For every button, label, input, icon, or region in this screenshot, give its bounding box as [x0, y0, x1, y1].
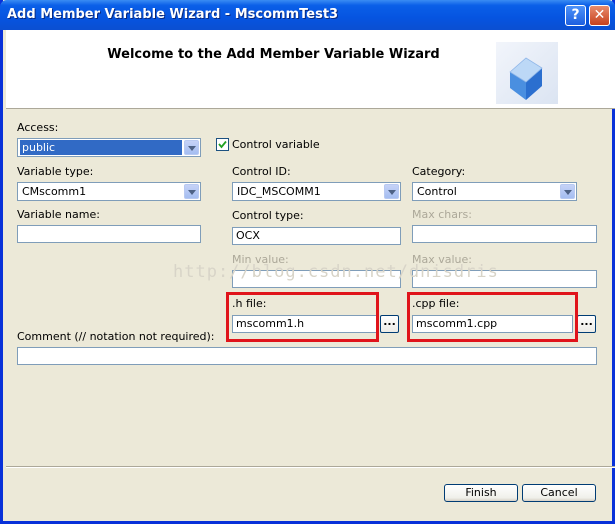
cancel-button[interactable]: Cancel	[522, 484, 596, 502]
control-id-value: IDC_MSCOMM1	[237, 185, 321, 198]
wizard-header: Welcome to the Add Member Variable Wizar…	[6, 30, 615, 109]
control-type-input[interactable]: OCX	[232, 227, 401, 245]
control-id-combo[interactable]: IDC_MSCOMM1	[232, 182, 401, 201]
cpp-file-browse-button[interactable]: ...	[577, 315, 596, 333]
watermark-text: http://blog.csdn.net/dnisdris	[173, 262, 499, 282]
variable-type-value: CMscomm1	[22, 185, 87, 198]
access-value: public	[20, 140, 182, 155]
wizard-dialog: Add Member Variable Wizard - MscommTest3…	[0, 0, 615, 524]
variable-type-combo[interactable]: CMscomm1	[17, 182, 201, 201]
help-icon[interactable]: ?	[565, 5, 586, 26]
wizard-cube-icon	[496, 42, 558, 104]
category-value: Control	[417, 185, 457, 198]
cpp-file-highlight	[407, 292, 578, 342]
control-type-label: Control type:	[232, 209, 304, 222]
footer-separator	[6, 466, 615, 468]
chevron-down-icon[interactable]	[184, 140, 199, 155]
max-chars-label: Max chars:	[412, 208, 472, 221]
chevron-down-icon[interactable]	[560, 184, 575, 199]
control-variable-label[interactable]: Control variable	[232, 138, 320, 151]
window-title: Add Member Variable Wizard - MscommTest3	[7, 7, 339, 22]
control-id-label: Control ID:	[232, 165, 291, 178]
close-icon[interactable]: ✕	[589, 5, 610, 26]
header-title: Welcome to the Add Member Variable Wizar…	[107, 47, 440, 62]
chevron-down-icon[interactable]	[184, 184, 199, 199]
chevron-down-icon[interactable]	[384, 184, 399, 199]
access-combo[interactable]: public	[17, 138, 201, 157]
comment-input[interactable]	[17, 347, 597, 365]
h-file-highlight	[226, 292, 379, 342]
category-label: Category:	[412, 165, 466, 178]
access-label: Access:	[17, 121, 59, 134]
variable-name-label: Variable name:	[17, 208, 100, 221]
comment-label: Comment (// notation not required):	[17, 330, 215, 343]
category-combo[interactable]: Control	[412, 182, 577, 201]
h-file-browse-button[interactable]: ...	[380, 315, 399, 333]
variable-name-input[interactable]	[17, 225, 201, 243]
finish-button[interactable]: Finish	[444, 484, 518, 502]
variable-type-label: Variable type:	[17, 165, 94, 178]
max-chars-input[interactable]	[412, 225, 597, 243]
title-bar[interactable]: Add Member Variable Wizard - MscommTest3…	[0, 0, 615, 30]
control-variable-checkbox[interactable]	[216, 138, 229, 151]
